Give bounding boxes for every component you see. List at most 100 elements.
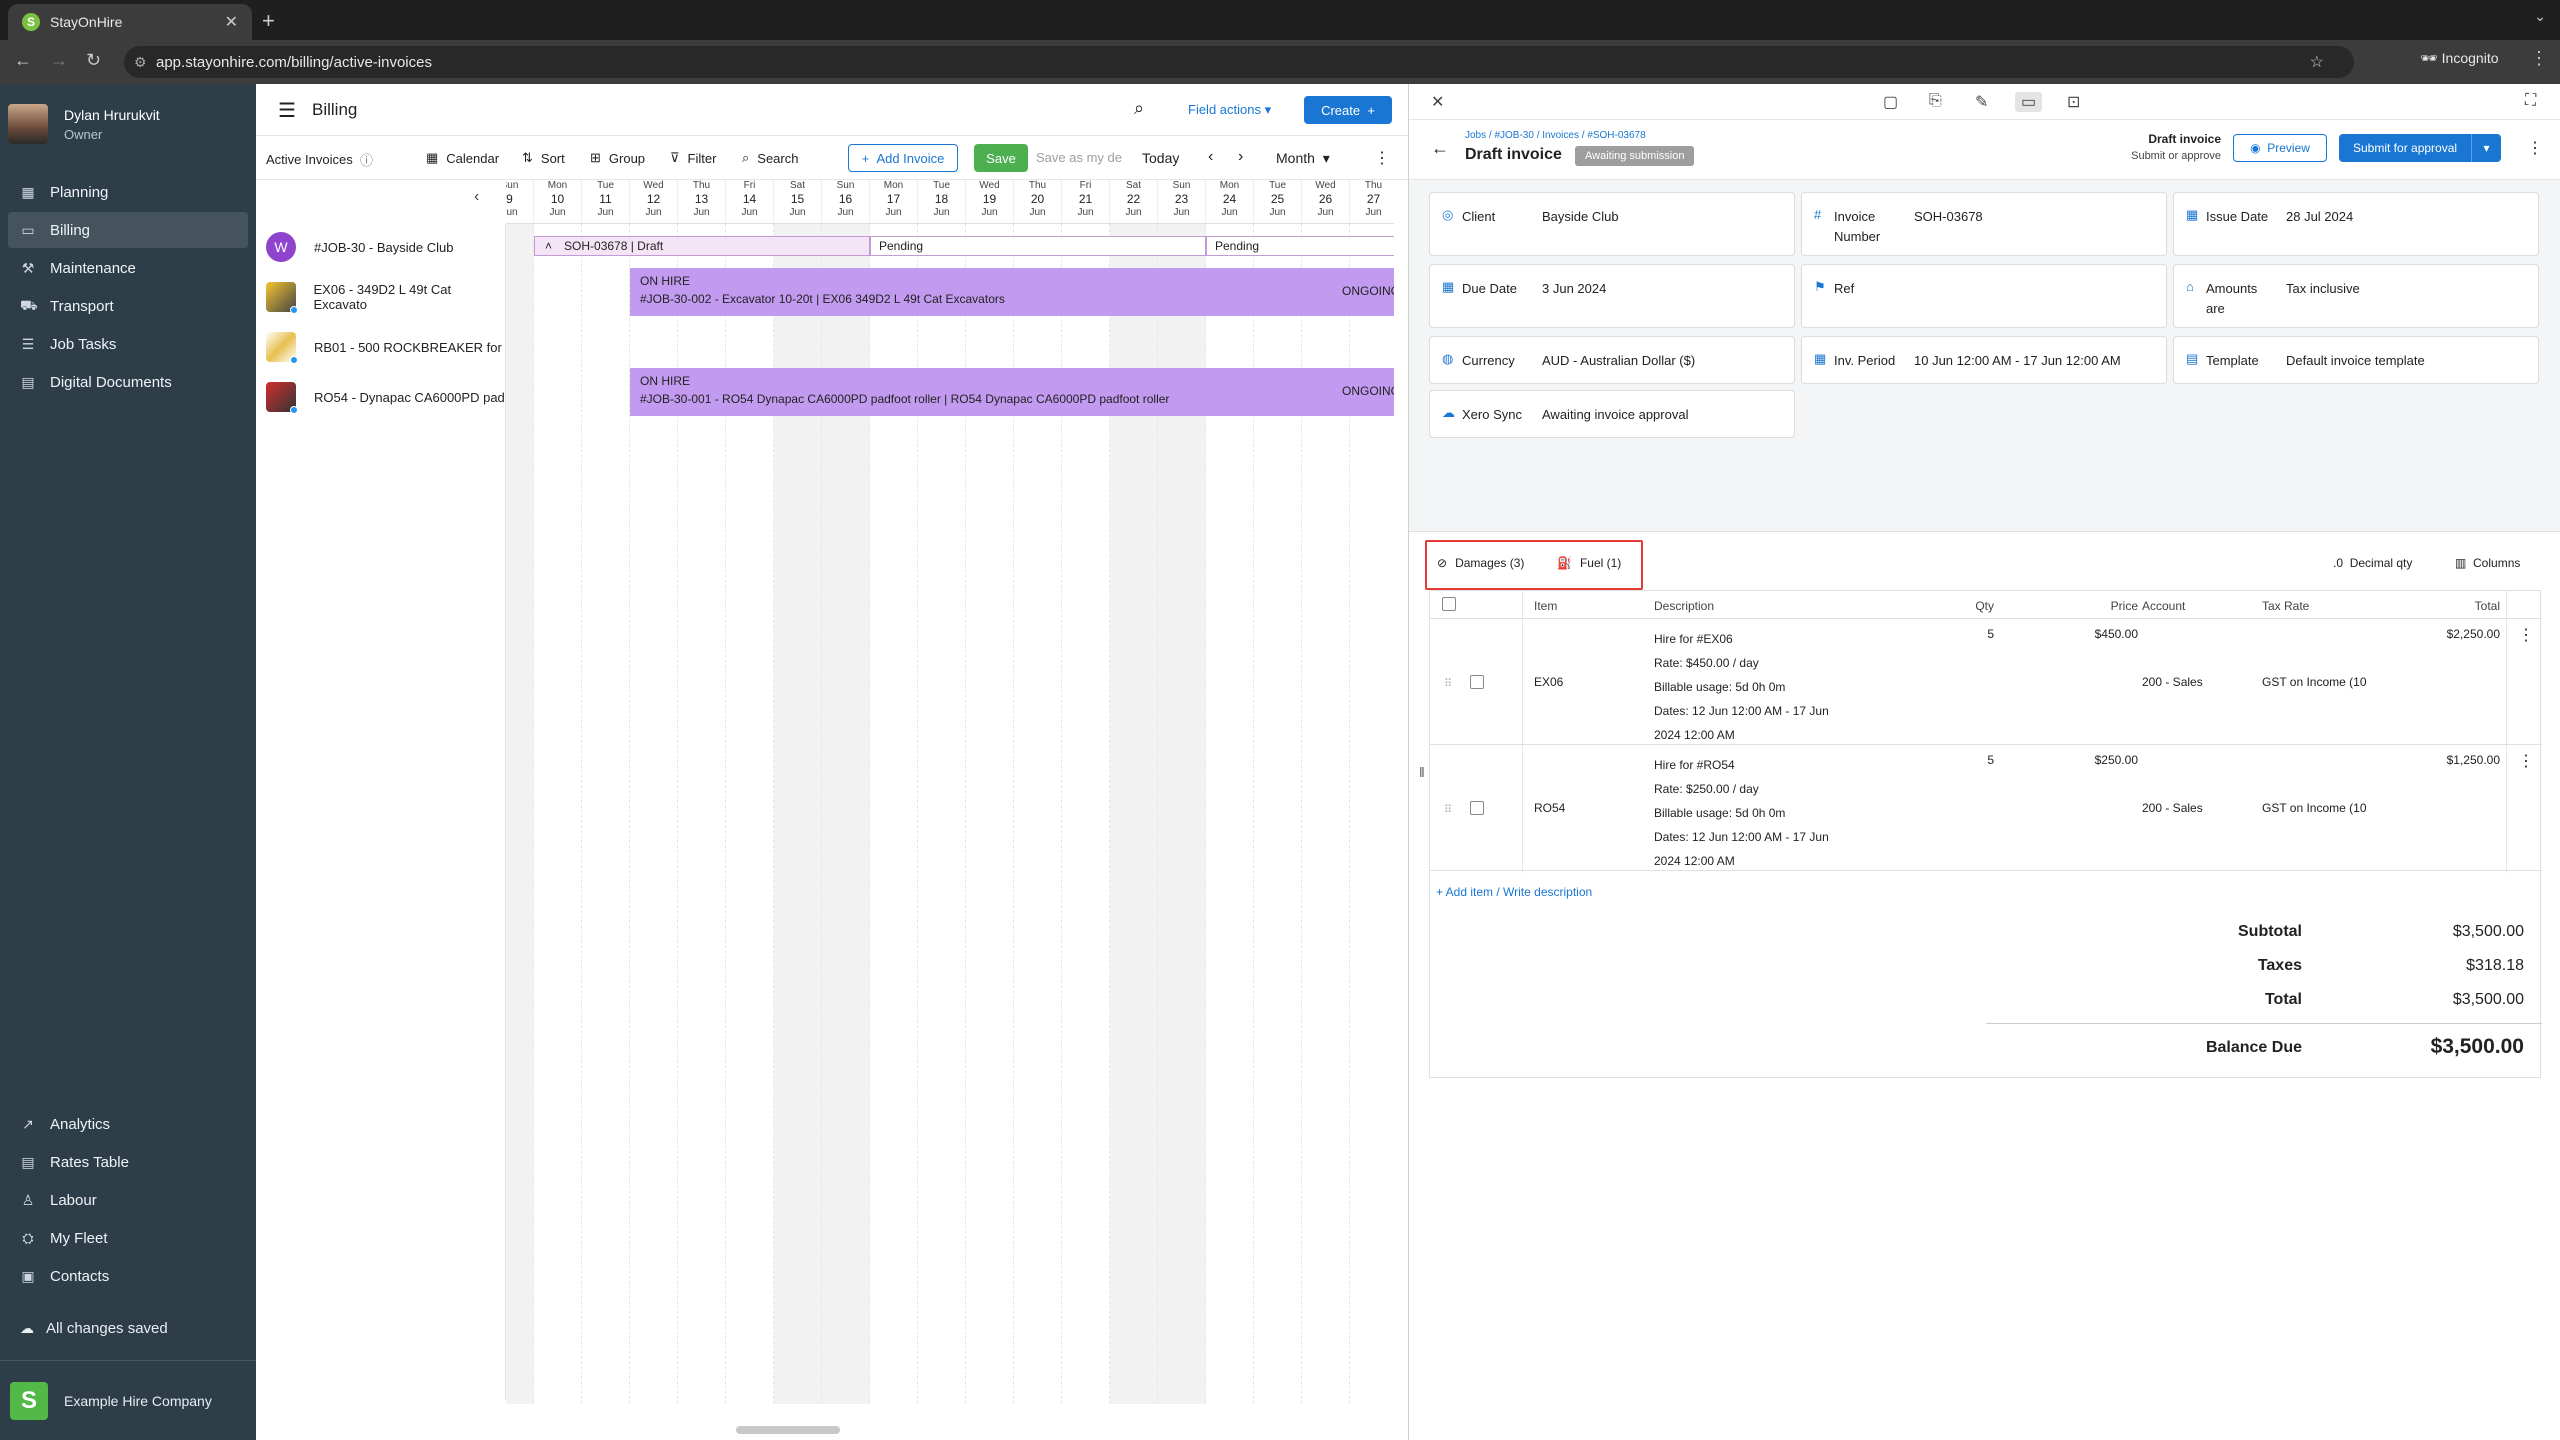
select-all-checkbox[interactable] (1442, 597, 1456, 611)
decimal-qty-toggle[interactable]: .0 Decimal qty (2333, 556, 2412, 570)
preview-button[interactable]: ◉ Preview (2233, 134, 2327, 162)
ref-field[interactable]: ⚑ Ref (1801, 264, 2167, 328)
horizontal-scrollbar[interactable] (736, 1426, 840, 1434)
browser-menu-icon[interactable]: ⋮ (2530, 48, 2548, 69)
create-button[interactable]: Create + (1304, 96, 1392, 124)
issue-date-field[interactable]: ▦ Issue Date 28 Jul 2024 (2173, 192, 2539, 256)
site-info-icon[interactable]: ⚙ (134, 54, 147, 71)
column-header-description[interactable]: Description (1654, 599, 1714, 613)
resource-row[interactable]: W #JOB-30 - Bayside Club (266, 232, 453, 262)
drag-handle-icon[interactable]: ⠿ (1444, 677, 1452, 690)
reload-icon[interactable]: ↻ (86, 50, 101, 71)
xero-sync-field[interactable]: ☁ Xero Sync Awaiting invoice approval (1429, 390, 1795, 438)
collapse-left-icon[interactable]: ‹ (474, 188, 479, 206)
hire-bar[interactable]: ON HIRE #JOB-30-002 - Excavator 10-20t |… (630, 268, 1394, 316)
url-field[interactable]: ⚙ app.stayonhire.com/billing/active-invo… (124, 46, 2354, 78)
close-tab-icon[interactable]: ✕ (225, 12, 238, 32)
resource-row[interactable]: EX06 - 349D2 L 49t Cat Excavato (266, 282, 505, 314)
template-field[interactable]: ▤ Template Default invoice template (2173, 336, 2539, 384)
table-row[interactable]: ⠿ RO54 Hire for #RO54 Rate: $250.00 / da… (1430, 745, 2542, 871)
hire-bar[interactable]: ON HIRE #JOB-30-001 - RO54 Dynapac CA600… (630, 368, 1394, 416)
row-checkbox[interactable] (1470, 675, 1484, 689)
drag-handle-icon[interactable]: ⠿ (1444, 803, 1452, 816)
forward-arrow-icon[interactable]: → (50, 50, 68, 71)
client-field[interactable]: ◎ Client Bayside Club (1429, 192, 1795, 256)
sidebar-item-labour[interactable]: ♙ Labour (8, 1182, 248, 1218)
new-tab-icon[interactable]: + (262, 8, 275, 34)
sidebar-item-rates-table[interactable]: ▤ Rates Table (8, 1144, 248, 1180)
sidebar-item-digital-documents[interactable]: ▤ Digital Documents (8, 364, 248, 400)
browser-tab[interactable]: S StayOnHire ✕ (8, 4, 252, 40)
filter-button[interactable]: ⊽ Filter (670, 150, 716, 166)
resize-handle[interactable]: ‖ (1419, 764, 1425, 780)
column-header-price[interactable]: Price (2042, 599, 2138, 613)
layout-panel-icon[interactable]: ⊡ (2067, 92, 2080, 112)
save-button[interactable]: Save (974, 144, 1028, 172)
edit-document-icon[interactable]: ✎ (1975, 92, 1988, 112)
field-actions-dropdown[interactable]: Field actions ▾ (1188, 102, 1271, 118)
damages-tab[interactable]: ⊘ Damages (3) (1437, 556, 1524, 570)
sidebar-item-billing[interactable]: ▭ Billing (8, 212, 248, 248)
column-header-item[interactable]: Item (1534, 599, 1557, 613)
incognito-indicator[interactable]: 🕶 Incognito (2420, 50, 2499, 67)
line-price[interactable]: $450.00 (2042, 627, 2138, 641)
resource-row[interactable]: RO54 - Dynapac CA6000PD pad (266, 382, 505, 414)
line-description[interactable]: Hire for #RO54 Rate: $250.00 / day Billa… (1654, 753, 1829, 873)
line-qty[interactable]: 5 (1934, 627, 1994, 641)
fullscreen-icon[interactable]: ⛶ (2525, 92, 2536, 110)
row-menu-icon[interactable]: ⋮ (2518, 751, 2534, 771)
submit-for-approval-button[interactable]: Submit for approval ▾ (2339, 134, 2501, 162)
due-date-field[interactable]: ▦ Due Date 3 Jun 2024 (1429, 264, 1795, 328)
line-qty[interactable]: 5 (1934, 753, 1994, 767)
chevron-down-icon[interactable]: ▾ (2471, 134, 2501, 162)
search-icon[interactable]: ⌕ (1134, 98, 1144, 119)
invoice-number-field[interactable]: # Invoice Number SOH-03678 (1801, 192, 2167, 256)
column-header-account[interactable]: Account (2142, 599, 2185, 613)
add-item-link[interactable]: + Add item / Write description (1436, 885, 1592, 899)
pending-bar[interactable]: Pending (1206, 236, 1394, 256)
sidebar-item-job-tasks[interactable]: ☰ Job Tasks (8, 326, 248, 362)
breadcrumb[interactable]: Jobs / #JOB-30 / Invoices / #SOH-03678 (1465, 130, 1646, 141)
calendar-button[interactable]: ▦ Calendar (426, 150, 499, 166)
column-header-qty[interactable]: Qty (1934, 599, 1994, 613)
currency-field[interactable]: ◍ Currency AUD - Australian Dollar ($) (1429, 336, 1795, 384)
user-profile[interactable]: Dylan Hrurukvit Owner (8, 104, 160, 144)
sidebar-item-transport[interactable]: ⛟ Transport (8, 288, 248, 324)
bookmark-star-icon[interactable]: ☆ (2310, 52, 2324, 72)
chevron-up-icon[interactable]: ˄ (545, 239, 552, 253)
sidebar-item-planning[interactable]: ▦ Planning (8, 174, 248, 210)
sidebar-item-maintenance[interactable]: ⚒ Maintenance (8, 250, 248, 286)
previous-period-icon[interactable]: ‹ (1208, 148, 1213, 166)
line-tax-rate[interactable]: GST on Income (10 (2262, 801, 2368, 815)
line-tax-rate[interactable]: GST on Income (10 (2262, 675, 2368, 689)
next-period-icon[interactable]: › (1238, 148, 1243, 166)
company-switcher[interactable]: S Example Hire Company (0, 1360, 256, 1440)
column-header-tax-rate[interactable]: Tax Rate (2262, 599, 2309, 613)
pending-bar[interactable]: Pending (870, 236, 1206, 256)
invoice-card-icon[interactable]: ▭ (2015, 92, 2043, 112)
table-row[interactable]: ⠿ EX06 Hire for #EX06 Rate: $450.00 / da… (1430, 619, 2542, 745)
invoice-bar[interactable]: ˄ SOH-03678 | Draft (534, 236, 870, 256)
line-description[interactable]: Hire for #EX06 Rate: $450.00 / day Billa… (1654, 627, 1829, 747)
add-invoice-button[interactable]: + Add Invoice (848, 144, 958, 172)
resource-row[interactable]: RB01 - 500 ROCKBREAKER for (266, 332, 502, 364)
back-arrow-icon[interactable]: ← (1431, 138, 1449, 159)
hamburger-menu-icon[interactable]: ☰ (278, 98, 296, 123)
briefcase-icon[interactable]: ▢ (1883, 92, 1898, 112)
row-checkbox[interactable] (1470, 801, 1484, 815)
range-select[interactable]: Month ▾ (1276, 150, 1330, 167)
handover-icon[interactable]: ⎘ (1929, 92, 1942, 110)
view-selector[interactable]: Active Invoices ⓘ (266, 150, 373, 169)
sort-button[interactable]: ⇅ Sort (522, 150, 565, 166)
invoice-period-field[interactable]: ▦ Inv. Period 10 Jun 12:00 AM - 17 Jun 12:… (1801, 336, 2167, 384)
search-button[interactable]: ⌕ Search (742, 150, 798, 166)
tab-search-chevron-icon[interactable]: ⌄ (2534, 8, 2546, 25)
close-panel-icon[interactable]: ✕ (1431, 92, 1444, 112)
more-options-icon[interactable]: ⋮ (1374, 148, 1390, 168)
line-account[interactable]: 200 - Sales (2142, 675, 2203, 689)
row-menu-icon[interactable]: ⋮ (2518, 625, 2534, 645)
sidebar-item-my-fleet[interactable]: ⛭ My Fleet (8, 1220, 248, 1256)
column-header-total[interactable]: Total (2396, 599, 2500, 613)
back-arrow-icon[interactable]: ← (14, 50, 32, 71)
info-icon[interactable]: ⓘ (360, 150, 373, 169)
